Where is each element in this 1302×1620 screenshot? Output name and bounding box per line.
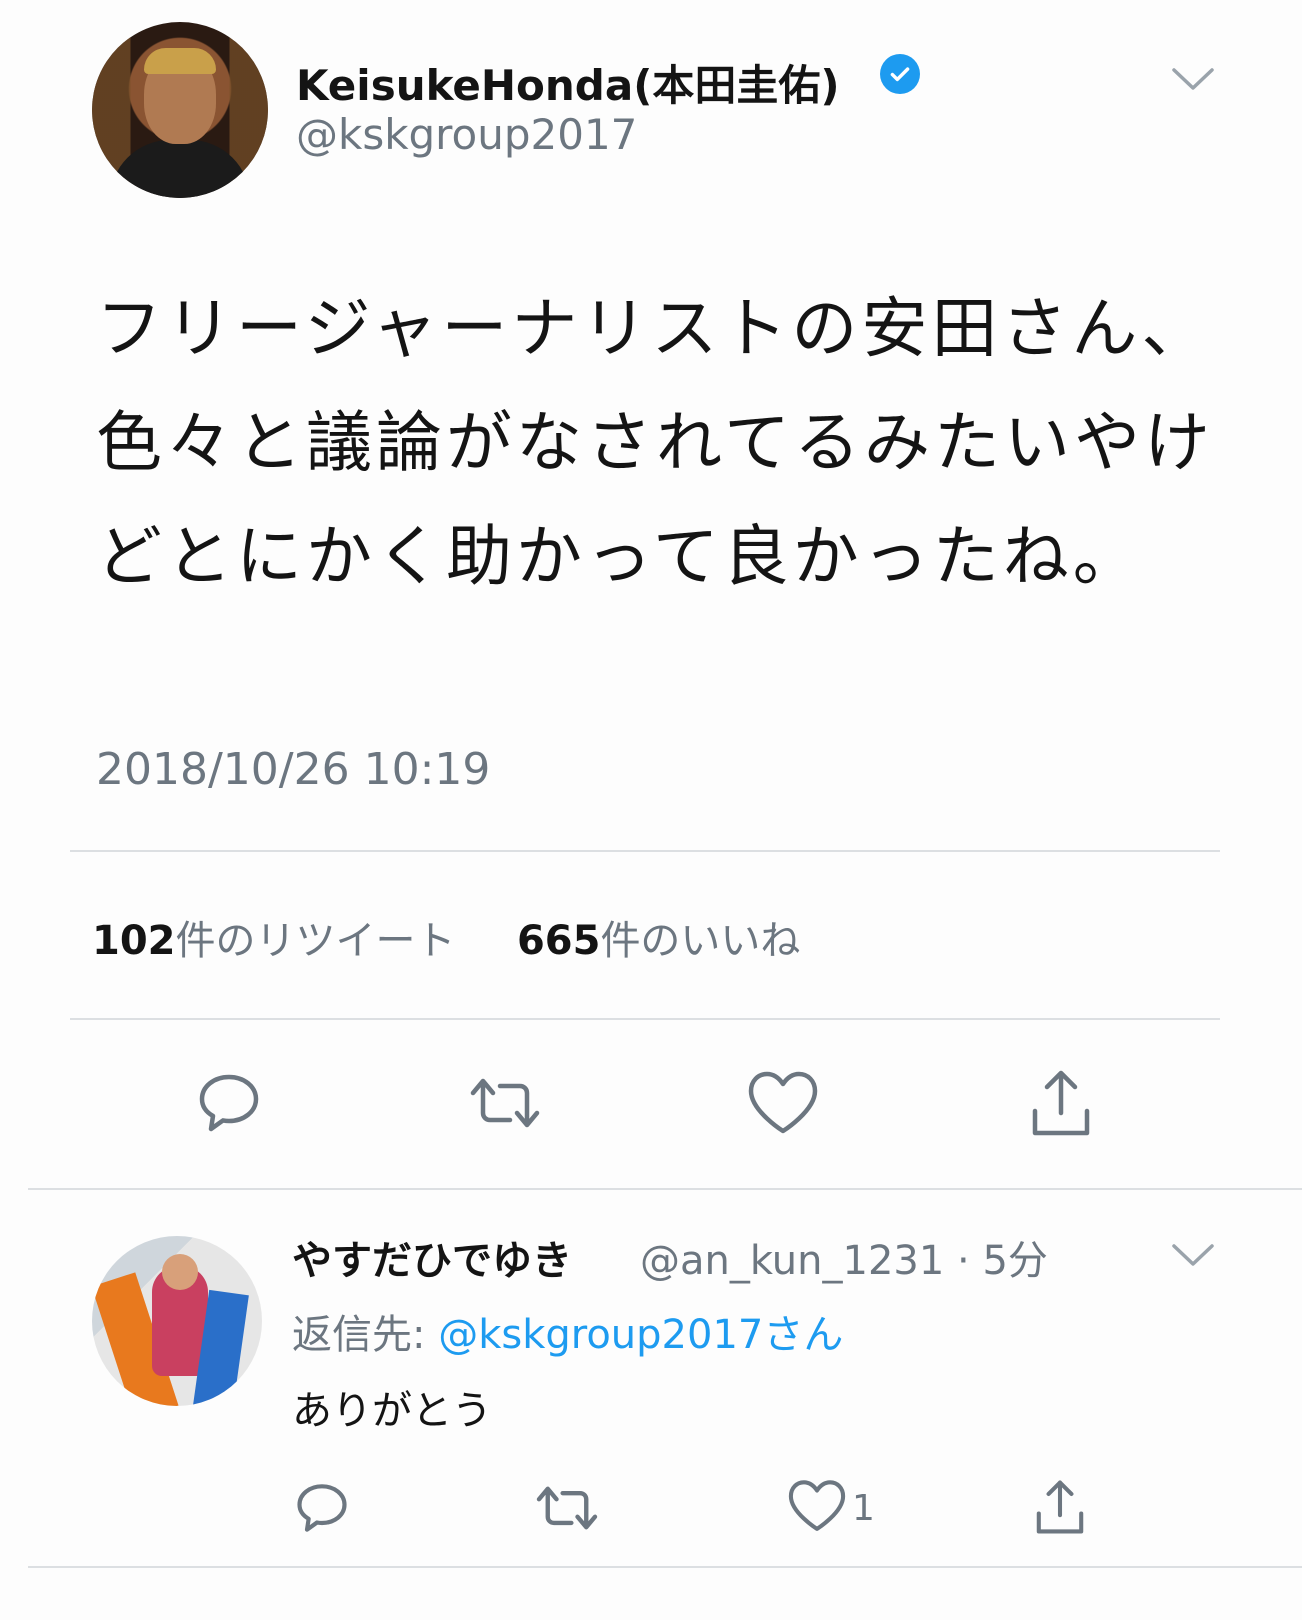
tweet-timestamp[interactable]: 2018/10/26 10:19 (96, 744, 490, 795)
reply-handle-time[interactable]: @an_kun_1231 · 5分 (640, 1228, 1048, 1286)
reply-icon (292, 1478, 352, 1542)
retweet-count: 102 (92, 918, 176, 964)
reply-to-prefix: 返信先: (292, 1312, 439, 1358)
like-label: 件のいいね (600, 918, 801, 964)
divider (70, 850, 1220, 852)
reply-like-button[interactable]: 1 (786, 1478, 875, 1538)
retweet-button[interactable] (460, 1060, 550, 1150)
share-icon (1025, 1065, 1097, 1145)
reply-retweet-button[interactable] (532, 1480, 602, 1540)
reply-text: ありがとう (292, 1388, 492, 1434)
heart-icon (745, 1069, 821, 1141)
retweet-stat[interactable]: 102件のリツイート (92, 918, 456, 964)
chevron-down-icon[interactable] (1170, 64, 1216, 98)
reply-author-avatar[interactable] (92, 1236, 262, 1406)
reply-reply-button[interactable] (292, 1478, 352, 1542)
author-avatar[interactable] (92, 22, 268, 198)
like-count: 665 (516, 918, 601, 964)
tweet-text: フリージャーナリストの安田さん、色々と議論がなされてるみたいやけどとにかく助かっ… (96, 290, 1215, 595)
reply-to-link[interactable]: @kskgroup2017さん (438, 1312, 843, 1358)
retweet-icon (465, 1071, 545, 1139)
heart-icon (786, 1478, 848, 1538)
reply-icon (193, 1067, 265, 1143)
divider (28, 1188, 1302, 1190)
like-button[interactable] (738, 1060, 828, 1150)
divider (70, 1018, 1220, 1020)
reply-like-count: 1 (852, 1487, 875, 1529)
retweet-label: 件のリツイート (175, 918, 456, 964)
reply-to-line: 返信先: @kskgroup2017さん (292, 1302, 843, 1360)
share-button[interactable] (1016, 1060, 1106, 1150)
share-icon (1030, 1476, 1090, 1542)
divider (28, 1566, 1302, 1568)
tweet-stats: 102件のリツイート 665件のいいね (92, 908, 800, 966)
retweet-icon (532, 1480, 602, 1540)
author-display-name[interactable]: KeisukeHonda(本田圭佑) (296, 52, 840, 113)
chevron-down-icon[interactable] (1170, 1240, 1216, 1274)
reply-display-name[interactable]: やすだひでゆき (292, 1228, 572, 1286)
verified-badge-icon (880, 54, 920, 94)
author-handle[interactable]: @kskgroup2017 (296, 110, 637, 159)
reply-share-button[interactable] (1030, 1476, 1090, 1542)
like-stat[interactable]: 665件のいいね (517, 918, 801, 964)
reply-button[interactable] (184, 1060, 274, 1150)
